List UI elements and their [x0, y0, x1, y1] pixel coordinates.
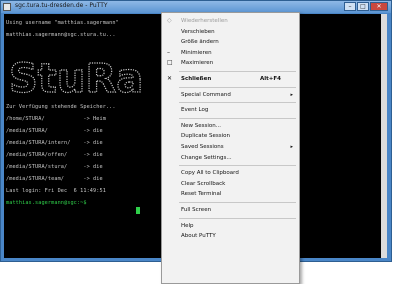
menu-item-label: Event Log [181, 107, 209, 114]
terminal-line: Zur Verfügung stehende Speicher... [6, 104, 116, 110]
menu-item-label: Minimieren [181, 49, 212, 56]
menu-item-special-command[interactable]: Special Command ▸ [162, 90, 299, 100]
menu-item-saved-sessions[interactable]: Saved Sessions ▸ [162, 142, 299, 152]
terminal-line: matthias.sagermann@sgc:~$ [6, 200, 90, 206]
menu-item-minimieren[interactable]: – Minimieren [162, 48, 299, 58]
menu-item-copy-all-to-clipboard[interactable]: Copy All to Clipboard [162, 168, 299, 178]
menu-item-duplicate-session[interactable]: Duplicate Session [162, 131, 299, 141]
menu-item-label: Duplicate Session [181, 133, 230, 140]
menu-item-schließen[interactable]: ✕ Schließen Alt+F4 [162, 74, 299, 84]
menu-separator [179, 86, 296, 88]
menu-separator [179, 217, 296, 219]
menu-shortcut: Alt+F4 [260, 76, 281, 82]
terminal-line: matthias.sagermann@sgc.stura.tu... [6, 32, 116, 38]
menu-item-label: Change Settings... [181, 154, 232, 161]
chevron-right-icon: ▸ [290, 91, 293, 98]
banner-text: StuRa [9, 56, 143, 100]
menu-item-clear-scrollback[interactable]: Clear Scrollback [162, 179, 299, 189]
menu-separator [179, 71, 296, 72]
menu-item-about-putty[interactable]: About PuTTY [162, 231, 299, 241]
scrollbar[interactable] [381, 14, 387, 258]
system-context-menu: ◇ Wiederherstellen Verschieben Größe ändern… [161, 12, 300, 284]
menu-item-new-session[interactable]: New Session... [162, 121, 299, 131]
menu-item-label: Clear Scrollback [181, 180, 226, 187]
menu-item-label: New Session... [181, 122, 221, 129]
menu-item-label: Special Command [181, 91, 231, 98]
menu-item-label: Full Screen [181, 207, 212, 213]
menu-item-label: Maximieren [181, 60, 214, 67]
menu-separator [179, 165, 296, 167]
terminal-line: /home/STURA/ -> Heim [6, 116, 106, 122]
minimize-button[interactable]: – [344, 2, 356, 11]
menu-item-change-settings[interactable]: Change Settings... [162, 153, 299, 163]
close-icon: ✕ [167, 75, 173, 82]
maximize-icon: □ [167, 59, 173, 67]
restore-icon: ◇ [167, 17, 172, 24]
window-title: sgc.tura.tu-dresden.de - PuTTY [15, 2, 108, 9]
menu-separator [179, 102, 296, 104]
minimize-icon: – [167, 48, 170, 56]
chevron-right-icon: ▸ [290, 144, 293, 150]
menu-item-event-log[interactable]: Event Log [162, 105, 299, 115]
menu-item-help[interactable]: Help [162, 221, 299, 231]
putty-app-icon[interactable] [3, 3, 11, 11]
ascii-banner: StuRa [8, 55, 143, 100]
terminal-line: /media/STURA/intern/ -> die [6, 140, 103, 146]
menu-item-label: Reset Terminal [181, 191, 222, 198]
terminal-line: /media/STURA/team/ -> die [6, 176, 103, 182]
terminal-line: /media/STURA/ -> die [6, 128, 103, 134]
terminal-line: Using username "matthias.sagermann" [6, 20, 119, 26]
menu-item-full-screen[interactable]: Full Screen [162, 205, 299, 215]
terminal-cursor [136, 207, 140, 214]
menu-item-wiederherstellen: ◇ Wiederherstellen [162, 16, 299, 26]
maximize-button[interactable]: □ [357, 2, 369, 11]
terminal-line: Last login: Fri Dec 6 11:49:51 [6, 188, 106, 194]
menu-item-label: Verschieben [181, 28, 215, 35]
menu-item-label: Größe ändern [181, 39, 219, 46]
menu-item-reset-terminal[interactable]: Reset Terminal [162, 189, 299, 199]
menu-item-label: Wiederherstellen [181, 18, 228, 24]
menu-item-verschieben[interactable]: Verschieben [162, 27, 299, 37]
menu-item-label: Copy All to Clipboard [181, 170, 239, 177]
menu-item-label: Saved Sessions [181, 144, 224, 150]
terminal-line: /media/STURA/offen/ -> die [6, 152, 103, 158]
menu-item-maximieren[interactable]: □ Maximieren [162, 58, 299, 68]
close-button[interactable]: ✕ [370, 2, 388, 11]
menu-item-label: About PuTTY [181, 233, 216, 240]
terminal-line: /media/STURA/stura/ -> die [6, 164, 103, 170]
menu-item-label: Schließen [181, 76, 212, 82]
menu-separator [179, 117, 296, 119]
window-controls: – □ ✕ [344, 2, 388, 11]
menu-separator [179, 202, 296, 203]
menu-item-label: Help [181, 222, 194, 229]
menu-item-größe-ändern[interactable]: Größe ändern [162, 37, 299, 47]
